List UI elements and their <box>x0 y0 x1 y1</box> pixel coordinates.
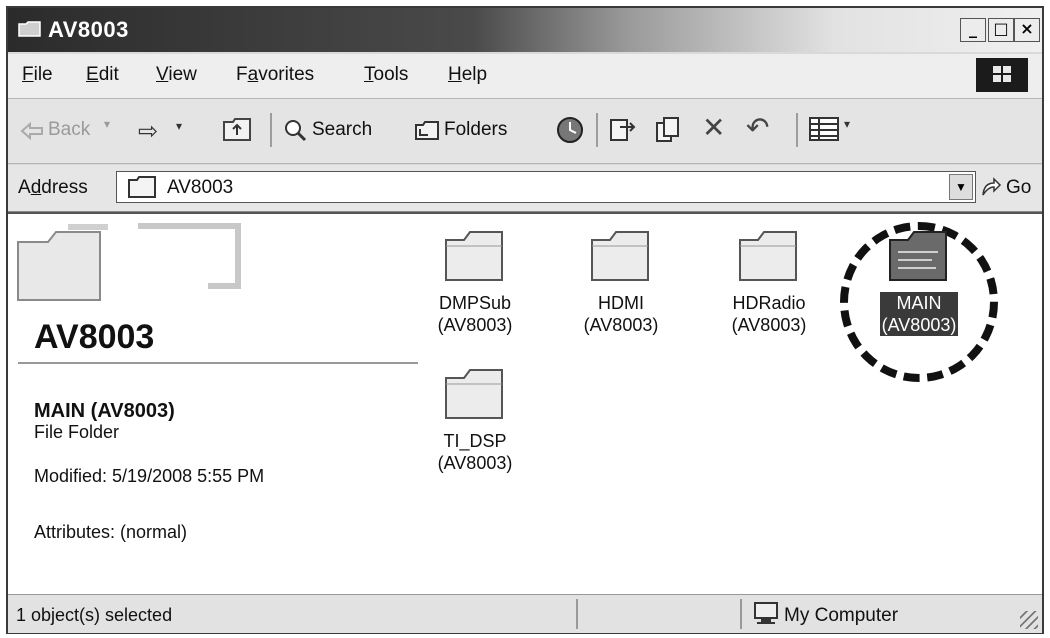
delete-icon[interactable]: ✕ <box>702 111 725 144</box>
toolbar-separator <box>270 113 272 147</box>
move-to-button[interactable] <box>608 115 638 145</box>
folder-icon <box>445 369 503 419</box>
menu-edit[interactable]: Edit <box>86 64 119 86</box>
back-arrow-icon <box>20 121 43 141</box>
status-divider <box>576 599 578 629</box>
copy-to-button[interactable] <box>654 115 684 145</box>
menu-help[interactable]: Help <box>448 64 487 86</box>
folder-icon <box>445 231 503 281</box>
menu-tools[interactable]: Tools <box>364 64 408 86</box>
search-icon <box>285 120 307 142</box>
status-text: 1 object(s) selected <box>16 605 173 625</box>
up-folder-button[interactable] <box>222 115 256 145</box>
folder-icon <box>128 176 156 198</box>
menu-file[interactable]: File <box>22 64 53 86</box>
explorer-window: AV8003 _ □ × File Edit View Favorites To… <box>6 6 1044 634</box>
go-arrow-icon <box>982 177 1002 196</box>
back-dropdown-icon[interactable]: ▾ <box>104 117 110 131</box>
panel-divider <box>18 362 418 364</box>
history-button[interactable] <box>554 115 586 145</box>
selected-item-type: File Folder <box>34 422 120 442</box>
details-panel: AV8003 MAIN (AV8003) File Folder Modifie… <box>8 214 418 594</box>
folders-icon <box>415 121 439 140</box>
selected-item-modified: Modified: 5/19/2008 5:55 PM <box>34 466 265 486</box>
search-label: Search <box>312 119 373 140</box>
folder-label: HDMI (AV8003) <box>583 293 659 335</box>
folder-icon <box>591 231 649 281</box>
forward-button[interactable]: ⇨ ▾ <box>134 113 204 147</box>
title-bar[interactable]: AV8003 _ □ × <box>8 8 1042 52</box>
folder-icon <box>18 21 41 37</box>
folder-icon <box>739 231 797 281</box>
status-zone: My Computer <box>784 605 899 626</box>
up-folder-icon <box>223 118 251 141</box>
selected-item-name: MAIN (AV8003) <box>34 400 175 422</box>
maximize-button[interactable]: □ <box>988 18 1014 42</box>
menu-favorites[interactable]: Favorites <box>236 64 314 86</box>
forward-arrow-icon: ⇨ <box>138 118 159 145</box>
folder-watermark-icon <box>17 223 241 301</box>
undo-icon[interactable]: ↶ <box>746 111 769 144</box>
views-dropdown-icon[interactable]: ▾ <box>844 117 850 131</box>
forward-dropdown-icon[interactable]: ▾ <box>176 119 182 133</box>
toolbar: Back ▾ ⇨ ▾ Search Folders ✕ ↶ ▾ <box>8 99 1042 164</box>
move-to-icon <box>610 119 636 141</box>
views-icon <box>809 117 839 141</box>
status-bar: 1 object(s) selected My Computer <box>8 594 1042 633</box>
selected-item-attributes: Attributes: (normal) <box>34 522 188 542</box>
folder-item-hdmi[interactable]: HDMI (AV8003) <box>556 226 686 336</box>
menu-bar: File Edit View Favorites Tools Help <box>8 54 1042 99</box>
folder-item-dmpsub[interactable]: DMPSub (AV8003) <box>410 226 540 336</box>
toolbar-separator <box>596 113 598 147</box>
address-label: Address <box>18 177 88 198</box>
folders-button[interactable]: Folders <box>414 113 538 147</box>
history-icon <box>557 117 583 143</box>
back-button[interactable]: Back ▾ <box>18 113 118 147</box>
window-title: AV8003 <box>48 17 129 42</box>
menu-view[interactable]: View <box>156 64 197 86</box>
address-input[interactable]: AV8003 ▼ <box>116 171 976 203</box>
views-button[interactable]: ▾ <box>808 115 864 145</box>
folders-label: Folders <box>444 119 508 140</box>
back-label: Back <box>48 119 91 140</box>
close-button[interactable]: × <box>1014 18 1040 42</box>
folder-label: HDRadio (AV8003) <box>731 293 807 335</box>
address-value: AV8003 <box>167 177 234 198</box>
search-button[interactable]: Search <box>282 113 406 147</box>
status-divider <box>740 599 742 629</box>
resize-grip[interactable] <box>1020 611 1038 629</box>
folder-item-ti-dsp[interactable]: TI_DSP (AV8003) <box>410 364 540 474</box>
folder-icon <box>889 231 947 281</box>
address-bar: Address AV8003 ▼ Go <box>8 165 1042 212</box>
windows-logo-icon <box>976 58 1028 92</box>
folder-label: MAIN (AV8003) <box>879 292 959 336</box>
go-label: Go <box>1006 177 1032 198</box>
folder-label: TI_DSP (AV8003) <box>437 431 513 473</box>
folder-item-main[interactable]: MAIN (AV8003) <box>854 226 984 336</box>
folder-view: AV8003 MAIN (AV8003) File Folder Modifie… <box>8 212 1042 594</box>
copy-to-icon <box>656 117 679 142</box>
toolbar-separator <box>796 113 798 147</box>
folder-label: DMPSub (AV8003) <box>437 293 513 335</box>
folder-item-hdradio[interactable]: HDRadio (AV8003) <box>704 226 834 336</box>
my-computer-icon <box>754 602 778 624</box>
folder-title: AV8003 <box>34 318 155 356</box>
address-dropdown-button[interactable]: ▼ <box>949 174 973 200</box>
minimize-button[interactable]: _ <box>960 18 986 42</box>
